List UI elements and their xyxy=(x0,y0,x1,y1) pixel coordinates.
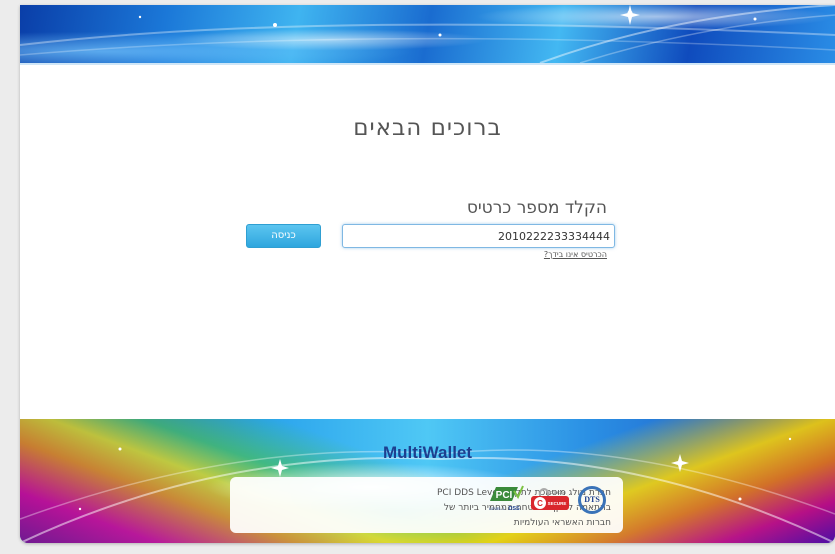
svg-text:C: C xyxy=(537,499,543,508)
footer: MultiWallet חברת מולג מוסמכת לתקן PCI DD… xyxy=(20,419,835,543)
secure-seal-icon: C COMODO SECURE xyxy=(531,488,569,510)
pci-level: LEVEL 1 xyxy=(489,506,505,511)
certification-box: חברת מולג מוסמכת לתקן PCI DDS Level 1 בה… xyxy=(230,477,623,533)
top-banner xyxy=(20,5,835,65)
banner-sparkles xyxy=(20,5,835,63)
pci-main: PCI xyxy=(496,490,513,501)
pci-dss-logo-icon: PCI LEVEL 1 DSS xyxy=(489,485,524,512)
enter-button[interactable]: כניסה xyxy=(246,224,321,248)
secure-brand: COMODO xyxy=(550,491,566,495)
brand-logo: MultiWallet xyxy=(382,443,473,462)
page-title: ברוכים הבאים xyxy=(353,115,502,141)
secure-label: SECURE xyxy=(548,501,567,506)
pci-sub: DSS xyxy=(508,506,520,512)
card-number-label: הקלד מספר כרטיס xyxy=(466,198,607,218)
page-container: ברוכים הבאים הקלד מספר כרטיס כניסה הכרטי… xyxy=(20,5,835,543)
invalid-card-link[interactable]: הכרטיס אינו בידך? xyxy=(544,250,607,259)
card-number-input[interactable] xyxy=(342,224,615,248)
dts-logo-icon: DTS xyxy=(578,486,606,514)
